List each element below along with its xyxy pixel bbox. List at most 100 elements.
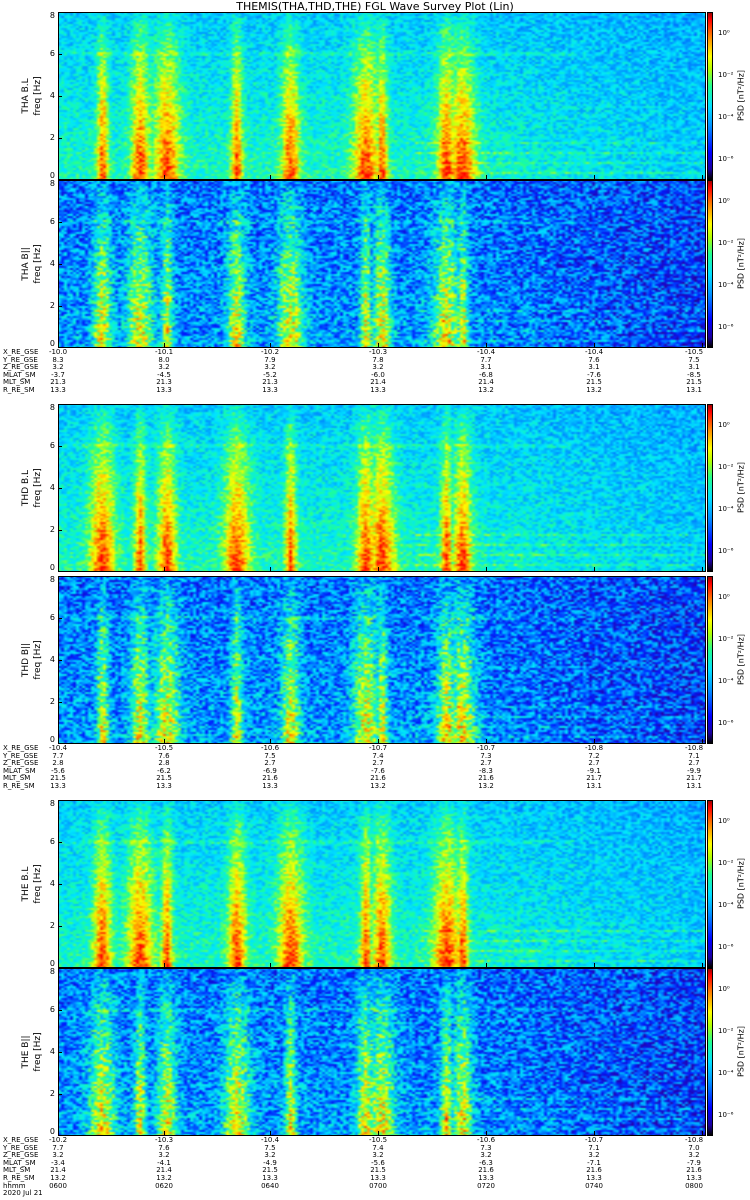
panel-label: THD B.L [21, 469, 31, 507]
colorbar-tick-label: 10⁰ [718, 985, 730, 993]
ephemeris-value: 13.3 [50, 386, 66, 394]
y-tick-mark [58, 54, 62, 55]
y-tick-mark [58, 12, 62, 13]
colorbar-label: PSD [nT²/Hz] [736, 1026, 746, 1077]
ephemeris-label: R_RE_SM [3, 782, 35, 790]
colorbar-label: PSD [nT²/Hz] [736, 238, 746, 289]
y-tick-label: 8 [49, 575, 55, 584]
y-tick-label: 2 [49, 525, 55, 534]
y-tick-mark [58, 306, 62, 307]
spectrogram-5 [58, 968, 706, 1136]
spectrogram-0 [58, 12, 706, 180]
x-tick-mark [58, 567, 59, 572]
colorbar-tick-label: 10⁻⁴ [718, 677, 734, 685]
y-tick-mark [58, 264, 62, 265]
y-tick-mark [58, 1010, 62, 1011]
y-tick-label: 4 [49, 259, 55, 268]
y-tick-label: 8 [49, 11, 55, 20]
ephemeris-value: 13.3 [262, 386, 278, 394]
colorbar [707, 968, 713, 1136]
spectrogram-2 [58, 404, 706, 572]
colorbar-tick-label: 10⁻² [718, 239, 734, 247]
y-tick-label: 6 [49, 1005, 55, 1014]
colorbar-tick-label: 10⁻⁶ [718, 1111, 734, 1119]
y-tick-label: 0 [49, 339, 55, 348]
y-tick-mark [58, 842, 62, 843]
y-tick-mark [58, 618, 62, 619]
y-tick-mark [58, 702, 62, 703]
colorbar-tick-label: 10⁻⁴ [718, 113, 734, 121]
y-tick-mark [58, 446, 62, 447]
y-tick-mark [58, 1094, 62, 1095]
y-tick-label: 6 [49, 217, 55, 226]
y-tick-mark [58, 96, 62, 97]
colorbar [707, 180, 713, 348]
y-tick-label: 4 [49, 879, 55, 888]
y-tick-label: 0 [49, 1127, 55, 1136]
colorbar-tick-label: 10⁰ [718, 817, 730, 825]
ephemeris-value: 13.1 [586, 782, 602, 790]
ephemeris-value: 0640 [261, 1181, 279, 1190]
colorbar-label: PSD [nT²/Hz] [736, 858, 746, 909]
y-tick-mark [58, 180, 62, 181]
colorbar-tick-label: 10⁻⁶ [718, 547, 734, 555]
panel-label: THE B|| [21, 1035, 31, 1069]
y-tick-label: 0 [49, 735, 55, 744]
ephemeris-value: 13.2 [586, 386, 602, 394]
y-tick-mark [58, 222, 62, 223]
colorbar-tick-label: 10⁰ [718, 29, 730, 37]
colorbar-tick-label: 10⁻² [718, 1027, 734, 1035]
y-tick-label: 0 [49, 563, 55, 572]
ephemeris-value: 13.3 [50, 782, 66, 790]
y-tick-label: 8 [49, 967, 55, 976]
y-tick-label: 4 [49, 91, 55, 100]
spectrogram-1 [58, 180, 706, 348]
y-tick-label: 8 [49, 403, 55, 412]
y-axis-label: freq [Hz] [33, 468, 43, 508]
x-tick-mark [702, 567, 703, 572]
y-tick-mark [58, 530, 62, 531]
y-axis-label: freq [Hz] [33, 76, 43, 116]
panel-label: THE B.L [21, 866, 31, 902]
y-tick-label: 2 [49, 921, 55, 930]
colorbar-tick-label: 10⁻² [718, 859, 734, 867]
ephemeris-value: 0800 [685, 1181, 703, 1190]
colorbar-tick-label: 10⁻² [718, 71, 734, 79]
y-tick-mark [58, 660, 62, 661]
colorbar [707, 576, 713, 744]
y-tick-label: 2 [49, 301, 55, 310]
y-axis-label: freq [Hz] [33, 244, 43, 284]
spectrogram-canvas [58, 180, 706, 348]
y-tick-label: 2 [49, 697, 55, 706]
ephemeris-value: 0620 [155, 1181, 173, 1190]
colorbar-tick-label: 10⁰ [718, 197, 730, 205]
y-axis-label: freq [Hz] [33, 640, 43, 680]
colorbar-tick-label: 10⁻⁶ [718, 719, 734, 727]
y-tick-mark [58, 968, 62, 969]
spectrogram-4 [58, 800, 706, 968]
colorbar [707, 800, 713, 968]
colorbar-tick-label: 10⁻⁶ [718, 943, 734, 951]
ephemeris-value: 0600 [49, 1181, 67, 1190]
y-tick-label: 6 [49, 613, 55, 622]
x-tick-mark [594, 567, 595, 572]
colorbar-tick-label: 10⁻² [718, 635, 734, 643]
y-tick-label: 4 [49, 483, 55, 492]
colorbar-tick-label: 10⁻⁴ [718, 505, 734, 513]
ephemeris-value: 13.1 [686, 782, 702, 790]
spectrogram-canvas [58, 12, 706, 180]
colorbar-tick-label: 10⁻⁴ [718, 281, 734, 289]
y-tick-mark [58, 926, 62, 927]
y-tick-label: 4 [49, 1047, 55, 1056]
ephemeris-value: 13.3 [370, 386, 386, 394]
colorbar-label: PSD [nT²/Hz] [736, 634, 746, 685]
ephemeris-value: 13.1 [686, 386, 702, 394]
colorbar-tick-label: 10⁻⁶ [718, 323, 734, 331]
ephemeris-value: 13.3 [156, 386, 172, 394]
y-tick-label: 8 [49, 799, 55, 808]
colorbar [707, 12, 713, 180]
colorbar-tick-label: 10⁻⁴ [718, 901, 734, 909]
colorbar-tick-label: 10⁻² [718, 463, 734, 471]
colorbar-tick-label: 10⁻⁴ [718, 1069, 734, 1077]
y-tick-label: 8 [49, 179, 55, 188]
